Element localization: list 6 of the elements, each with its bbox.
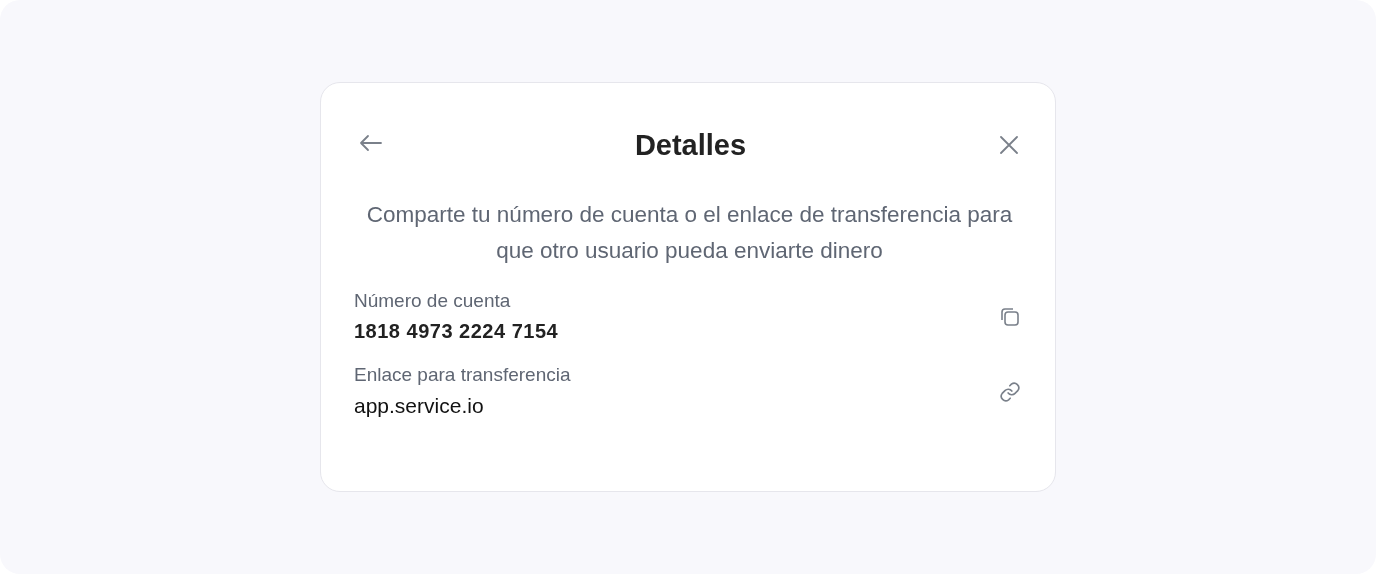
description-text: Comparte tu número de cuenta o el enlace de transferencia para que otro usuario pueda enviarte dinero	[365, 201, 1014, 265]
dialog-title: Detalles	[634, 128, 747, 162]
field-label: Número de cuenta	[354, 289, 512, 313]
field-value: app.service.io	[354, 393, 485, 419]
field-value: 1818 4973 2224 7154	[354, 319, 559, 344]
field-label: Enlace para transferencia	[354, 363, 571, 387]
